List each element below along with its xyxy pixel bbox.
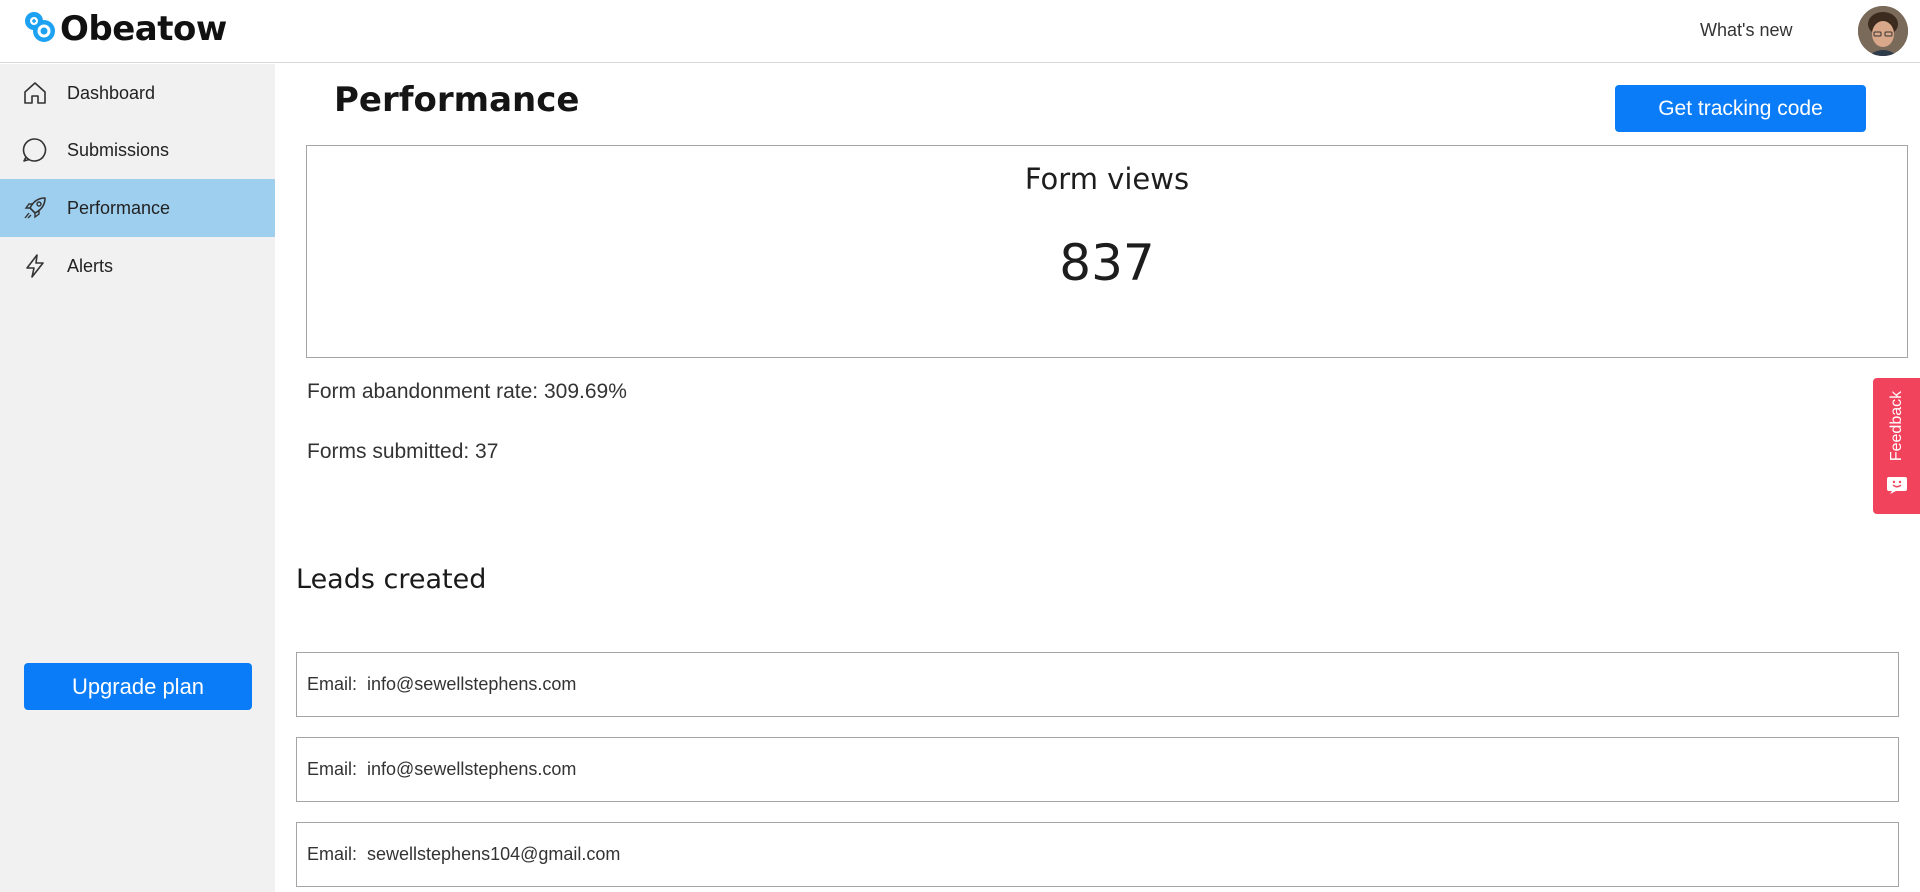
chat-bubble-icon [20, 135, 50, 165]
avatar-image [1858, 6, 1908, 56]
sidebar-item-dashboard[interactable]: Dashboard [0, 64, 275, 122]
lead-email: Email: info@sewellstephens.com [307, 674, 577, 694]
sidebar-item-label: Performance [67, 197, 171, 218]
page-title: Performance [334, 80, 580, 120]
sidebar-item-submissions[interactable]: Submissions [0, 121, 275, 179]
form-views-title: Form views [1024, 162, 1190, 196]
sidebar-item-label: Dashboard [67, 82, 156, 103]
app-logo[interactable]: Obeatow [22, 9, 227, 49]
lead-row[interactable]: Email: sewellstephens104@gmail.com [296, 822, 1899, 887]
lightning-icon [20, 251, 50, 281]
sidebar-item-performance[interactable]: Performance [0, 179, 275, 237]
feedback-tab[interactable]: Feedback [1873, 378, 1920, 514]
sidebar: Dashboard Submissions Performance Alerts… [0, 64, 275, 892]
lead-row[interactable]: Email: info@sewellstephens.com [296, 737, 1899, 802]
sidebar-item-label: Submissions [67, 139, 170, 160]
top-header: Obeatow What's new [0, 0, 1920, 63]
lead-email: Email: info@sewellstephens.com [307, 759, 577, 779]
app-name: Obeatow [60, 9, 227, 49]
logo-icon [25, 12, 55, 42]
sidebar-item-alerts[interactable]: Alerts [0, 237, 275, 295]
feedback-label: Feedback [1887, 390, 1905, 462]
lead-email: Email: sewellstephens104@gmail.com [307, 844, 621, 864]
avatar[interactable] [1858, 6, 1908, 56]
form-views-card: Form views 837 [306, 145, 1908, 358]
sidebar-item-label: Alerts [67, 255, 114, 276]
forms-submitted-text: Forms submitted: 37 [307, 440, 499, 463]
leads-section-title: Leads created [296, 564, 487, 595]
abandonment-rate-text: Form abandonment rate: 309.69% [307, 380, 627, 403]
home-icon [20, 78, 50, 108]
whats-new-link[interactable]: What's new [1700, 20, 1792, 41]
rocket-icon [20, 193, 50, 223]
form-views-value: 837 [1059, 234, 1155, 292]
lead-row[interactable]: Email: info@sewellstephens.com [296, 652, 1899, 717]
get-tracking-code-button[interactable]: Get tracking code [1615, 85, 1866, 132]
smiley-chat-icon [1887, 477, 1907, 494]
upgrade-plan-button[interactable]: Upgrade plan [24, 663, 252, 710]
